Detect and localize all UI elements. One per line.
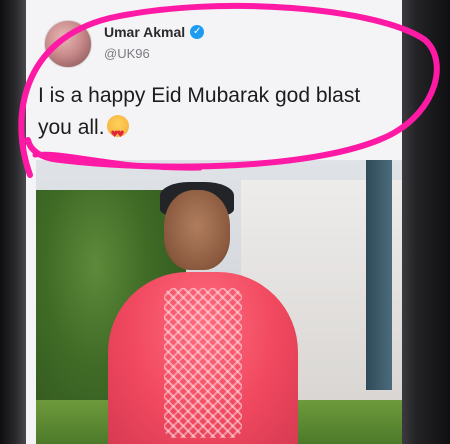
tweet-text-content: I is a happy Eid Mubarak god blast you a… — [38, 84, 361, 139]
avatar[interactable] — [44, 20, 92, 68]
photo-pillar — [366, 160, 392, 390]
heart-eyes-emoji-icon — [106, 115, 129, 151]
tweet-text: I is a happy Eid Mubarak god blast you a… — [38, 80, 393, 151]
verified-badge-icon: ✓ — [190, 25, 205, 39]
tweet-header: Umar Akmal ✓ @UK96 — [26, 0, 402, 80]
display-name[interactable]: Umar Akmal — [104, 24, 185, 40]
user-handle[interactable]: @UK96 — [104, 46, 150, 61]
phone-bezel-left — [0, 0, 26, 444]
tweet-photo[interactable] — [36, 160, 402, 444]
photo-person-head — [164, 190, 230, 270]
phone-bezel-right — [402, 0, 450, 444]
tweet-screen: Umar Akmal ✓ @UK96 I is a happy Eid Muba… — [26, 0, 402, 444]
photo-kurta-embroidery — [164, 288, 242, 438]
name-row: Umar Akmal ✓ — [104, 24, 205, 40]
